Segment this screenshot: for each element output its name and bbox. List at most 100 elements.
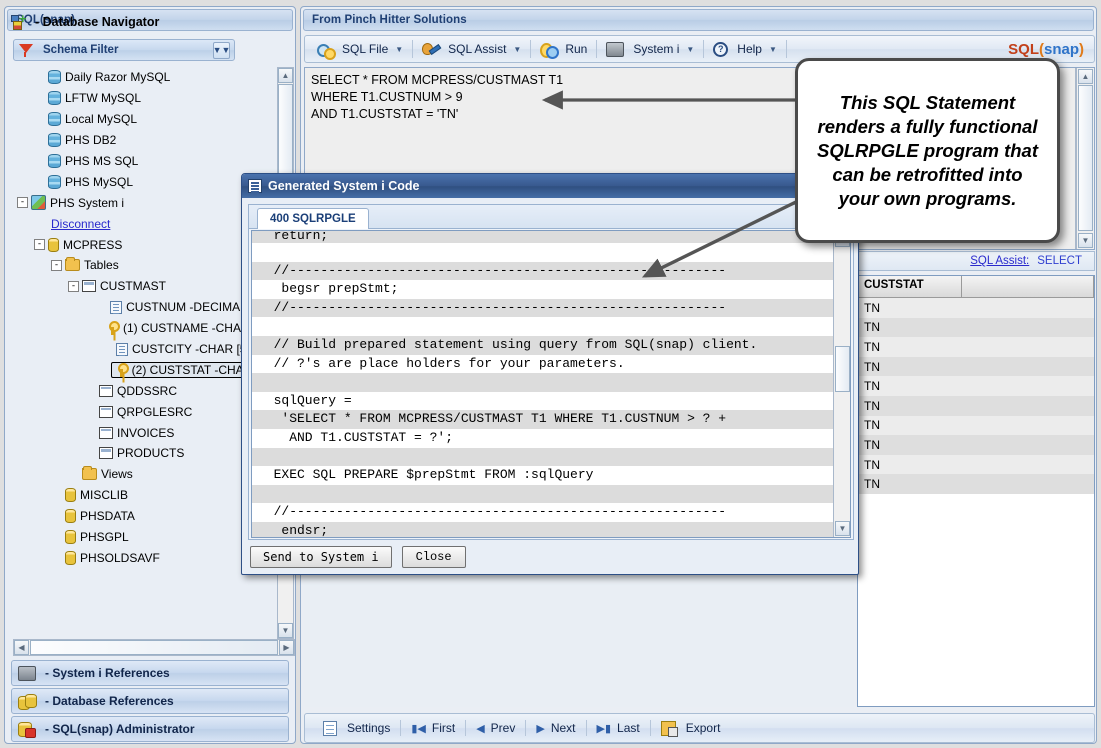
toolbar-sql-file-button[interactable]: SQL File ▼ (311, 38, 409, 60)
tree-item[interactable]: PHS MySQL (11, 171, 273, 192)
table-row[interactable]: TN (858, 356, 1094, 377)
chevron-down-icon[interactable]: ▼ (513, 45, 521, 54)
sql-editor-scrollbar[interactable]: ▲ ▼ (1076, 68, 1094, 249)
tree-item[interactable]: CUSTCITY -CHAR [50] (11, 339, 273, 360)
table-row[interactable]: TN (858, 454, 1094, 475)
toolbar-system-i-button[interactable]: System i ▼ (600, 38, 700, 60)
tree-item-content[interactable]: MISCLIB (65, 488, 128, 503)
disconnect-link[interactable]: Disconnect (51, 217, 110, 231)
chevron-down-icon[interactable]: ▼ (686, 45, 694, 54)
table-row[interactable]: TN (858, 298, 1094, 318)
tree-item-content[interactable]: Daily Razor MySQL (48, 70, 170, 85)
tree-item[interactable]: Disconnect (11, 213, 273, 234)
sidebar-item-sqlsnap-administrator[interactable]: - SQL(snap) Administrator (11, 716, 289, 742)
close-button[interactable]: Close (401, 546, 466, 568)
scroll-left-icon[interactable]: ◀ (14, 640, 29, 655)
send-to-system-i-button[interactable]: Send to System i (250, 546, 392, 568)
tree-item[interactable]: PHS MS SQL (11, 151, 273, 172)
sidebar-item-system-i-references[interactable]: - System i References (11, 660, 289, 686)
tree-item[interactable]: Daily Razor MySQL (11, 67, 273, 88)
tree-item[interactable]: (2) CUSTSTAT -CHAR [2] (11, 359, 273, 380)
scroll-up-icon[interactable]: ▲ (1078, 69, 1093, 84)
table-row[interactable]: TN (858, 395, 1094, 416)
toolbar-help-button[interactable]: ? Help ▼ (707, 38, 783, 60)
tree-hscroll-thumb[interactable] (30, 640, 278, 655)
tree-expander-icon[interactable]: - (17, 197, 28, 209)
chevron-down-icon[interactable]: ▼ (395, 45, 403, 54)
tree-item-content[interactable]: Local MySQL (48, 112, 137, 127)
tree-item-content[interactable]: QRPGLESRC (99, 405, 192, 419)
chevron-down-icon[interactable]: ▼▼ (213, 41, 230, 59)
tree-item-content[interactable]: PHSOLDSAVF (65, 550, 160, 565)
tree-item[interactable]: PHSGPL (11, 527, 273, 548)
tree-item-content[interactable]: Views (82, 466, 133, 481)
tree-item-content[interactable]: PHS DB2 (48, 133, 116, 148)
tree-item[interactable]: MISCLIB (11, 485, 273, 506)
scroll-down-icon[interactable]: ▼ (278, 623, 293, 638)
toolbar-run-button[interactable]: Run (534, 38, 593, 60)
next-page-button[interactable]: ▶ Next (526, 721, 585, 735)
tree-item[interactable]: LFTW MySQL (11, 88, 273, 109)
tree-item-content[interactable]: PRODUCTS (99, 446, 184, 460)
column-header-custstat[interactable]: CUSTSTAT (858, 276, 962, 297)
tree-item-content[interactable]: INVOICES (99, 426, 174, 440)
tree-expander-icon[interactable]: - (68, 280, 79, 292)
tree-item-content[interactable]: Tables (65, 257, 119, 272)
tree-item-content[interactable]: PHS System i (31, 195, 124, 211)
schema-filter-bar[interactable]: Schema Filter ▼▼ (13, 39, 235, 61)
tree-item-content[interactable]: PHS MySQL (48, 174, 133, 189)
dialog-title-bar[interactable]: Generated System i Code (242, 174, 858, 198)
tree-item[interactable]: Local MySQL (11, 109, 273, 130)
sql-assist-link[interactable]: SQL Assist: (970, 255, 1029, 267)
scroll-down-icon[interactable]: ▼ (835, 521, 850, 536)
chevron-down-icon[interactable]: ▼ (769, 45, 777, 54)
tree-item-content[interactable]: PHSDATA (65, 509, 135, 524)
export-button[interactable]: Export (651, 720, 731, 737)
sql-editor-scroll-thumb[interactable] (1078, 85, 1093, 231)
table-row[interactable]: TN (858, 317, 1094, 338)
column-header-blank[interactable] (962, 276, 1094, 297)
tree-item[interactable]: - CUSTMAST (11, 276, 273, 297)
tree-item-content[interactable]: LFTW MySQL (48, 91, 141, 106)
tree-expander-icon[interactable]: - (34, 239, 45, 251)
scroll-down-icon[interactable]: ▼ (1078, 233, 1093, 248)
tree-item-content[interactable]: PHSGPL (65, 530, 129, 545)
tree-item-content[interactable]: MCPRESS (48, 237, 122, 252)
code-scroll-thumb[interactable] (835, 346, 850, 392)
tree-item-content[interactable]: Disconnect (51, 217, 110, 231)
tree-item[interactable]: QDDSSRC (11, 380, 273, 401)
table-row[interactable]: TN (858, 337, 1094, 357)
database-tree[interactable]: Daily Razor MySQL LFTW MySQL Local MySQL PH… (11, 67, 273, 637)
tree-item[interactable]: - MCPRESS (11, 234, 273, 255)
tree-item-content[interactable]: PHS MS SQL (48, 154, 138, 168)
first-page-button[interactable]: ▮◀ First (401, 721, 465, 735)
code-vertical-scrollbar[interactable]: ▲ ▼ (833, 231, 850, 537)
tree-item[interactable]: QRPGLESRC (11, 401, 273, 422)
scroll-right-icon[interactable]: ▶ (279, 640, 294, 655)
tree-item[interactable]: (1) CUSTNAME -CHAR [50] (11, 318, 273, 339)
tree-expander-icon[interactable]: - (51, 259, 62, 271)
generated-code-viewer[interactable]: return; //------------------------------… (251, 230, 851, 538)
tree-item-content[interactable]: CUSTMAST (82, 279, 166, 293)
table-row[interactable]: TN (858, 435, 1094, 455)
table-row[interactable]: TN (858, 415, 1094, 436)
toolbar-sql-assist-button[interactable]: SQL Assist ▼ (416, 38, 527, 60)
tree-item[interactable]: PHSOLDSAVF (11, 547, 273, 568)
tree-item[interactable]: - PHS System i (11, 192, 273, 213)
tree-horizontal-scrollbar[interactable]: ◀ ▶ (13, 639, 295, 656)
sidebar-item-database-references[interactable]: - Database References (11, 688, 289, 714)
generated-code-text[interactable]: return; //------------------------------… (252, 231, 833, 537)
tree-item[interactable]: PRODUCTS (11, 443, 273, 464)
tree-item[interactable]: Views (11, 464, 273, 485)
tree-item[interactable]: CUSTNUM -DECIMAL [7,0] (11, 297, 273, 318)
tree-item[interactable]: PHS DB2 (11, 130, 273, 151)
table-row[interactable]: TN (858, 376, 1094, 396)
settings-button[interactable]: Settings (313, 720, 400, 736)
tree-item[interactable]: - Tables (11, 255, 273, 276)
tab-400-sqlrpgle[interactable]: 400 SQLRPGLE (257, 208, 369, 229)
scroll-up-icon[interactable]: ▲ (278, 68, 293, 83)
prev-page-button[interactable]: ◀ Prev (466, 721, 525, 735)
tree-item-content[interactable]: CUSTCITY -CHAR [50] (116, 342, 256, 356)
results-grid[interactable]: CUSTSTAT TN TN TN TN TN TN TN TN TN TN (857, 275, 1095, 707)
tree-item[interactable]: INVOICES (11, 422, 273, 443)
